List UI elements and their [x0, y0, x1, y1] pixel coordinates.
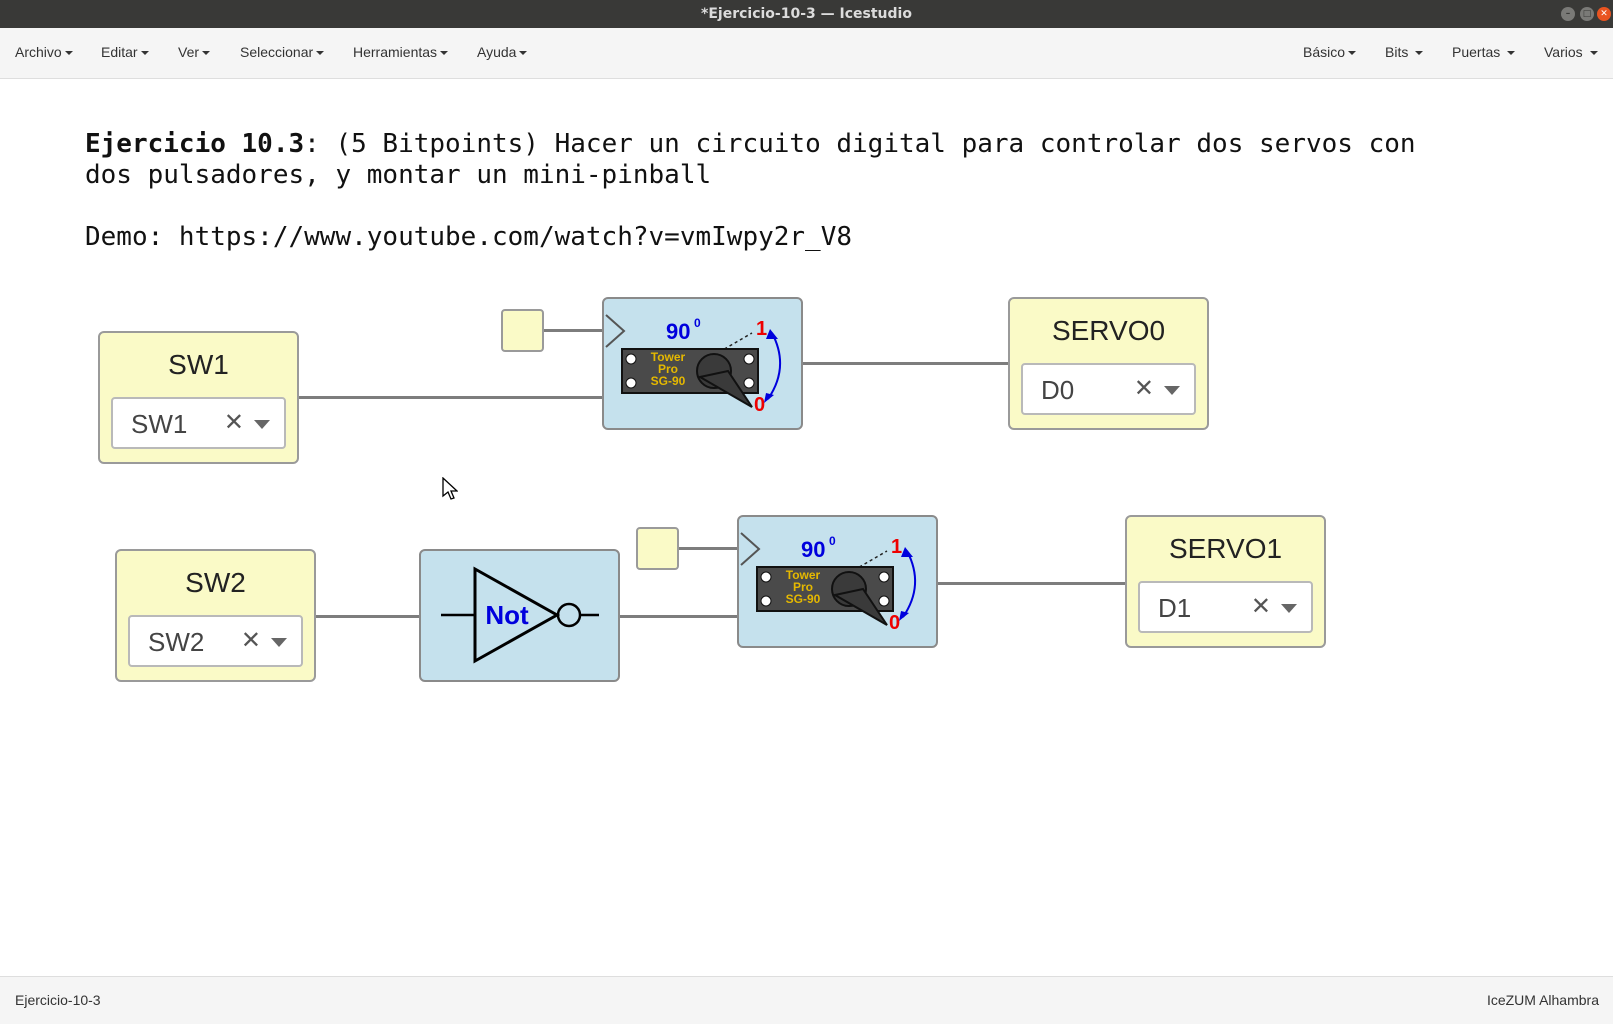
minimize-icon[interactable]: –: [1561, 7, 1575, 21]
close-icon[interactable]: ✕: [1597, 7, 1611, 21]
output-block-servo0[interactable]: SERVO0 D0 ✕: [1008, 297, 1209, 430]
block-name: SW2: [185, 567, 246, 598]
menu-editar[interactable]: Editar: [101, 44, 149, 60]
status-project-name: Ejercicio-10-3: [15, 992, 101, 1008]
menu-label: Básico: [1303, 44, 1346, 60]
info-note[interactable]: Ejercicio 10.3: (5 Bitpoints) Hacer un c…: [85, 129, 1416, 253]
dropdown-arrow-icon[interactable]: [1164, 386, 1180, 395]
menu-varios[interactable]: Varios: [1544, 44, 1598, 60]
caret-down-icon: [64, 51, 73, 56]
caret-down-icon: [202, 51, 211, 56]
menu-label: Bits: [1385, 44, 1409, 60]
servo-high: 1: [891, 536, 902, 558]
caret-down-icon: [1415, 51, 1424, 56]
wire-const-servo0[interactable]: [544, 329, 604, 332]
servo-block[interactable]: 90 0 1 0 Tower Pro SG-90: [602, 297, 803, 430]
clear-icon[interactable]: ✕: [1251, 592, 1271, 621]
caret-down-icon: [440, 51, 449, 56]
menu-label: Editar: [101, 44, 138, 60]
pin-value: SW1: [131, 409, 188, 439]
pin-select[interactable]: D1 ✕: [1138, 581, 1313, 633]
dropdown-arrow-icon[interactable]: [254, 420, 270, 429]
note-demo-link: Demo: https://www.youtube.com/watch?v=vm…: [85, 222, 853, 252]
servo-icon: 90 0 1 0 Tower Pro SG-90: [605, 314, 782, 416]
note-title: Ejercicio 10.3: [85, 129, 305, 159]
caret-down-icon: [140, 51, 149, 56]
not-gate-block[interactable]: Not: [419, 549, 620, 682]
window-title: *Ejercicio-10-3 — Icestudio: [701, 6, 912, 22]
servo-block[interactable]: 90 0 1 0 Tower Pro SG-90: [737, 515, 938, 648]
menu-label: Ver: [178, 44, 200, 60]
status-board-name[interactable]: IceZUM Alhambra: [1487, 992, 1599, 1008]
pin-select[interactable]: SW2 ✕: [128, 615, 303, 667]
menu-label: Varios: [1544, 44, 1583, 60]
input-block-sw2[interactable]: SW2 SW2 ✕: [115, 549, 316, 682]
wire-sw1-servo[interactable]: [298, 396, 603, 399]
servo-label3: SG-90: [786, 592, 821, 606]
servo-high: 1: [756, 318, 767, 340]
window-titlebar: *Ejercicio-10-3 — Icestudio – □ ✕: [0, 0, 1613, 28]
menu-ayuda[interactable]: Ayuda: [477, 44, 528, 60]
caret-down-icon: [519, 51, 528, 56]
menu-basico[interactable]: Básico: [1303, 44, 1357, 60]
wire-servo-servo1[interactable]: [938, 582, 1125, 585]
mouse-cursor-icon: [442, 477, 458, 500]
menu-archivo[interactable]: Archivo: [15, 44, 73, 60]
block-name: SW1: [168, 349, 229, 380]
pin-value: SW2: [148, 627, 205, 657]
servo-low: 0: [889, 612, 900, 634]
pin-value: D0: [1041, 375, 1075, 405]
clear-icon[interactable]: ✕: [224, 408, 244, 437]
menu-label: Seleccionar: [240, 44, 314, 60]
servo-low: 0: [754, 394, 765, 416]
not-gate-label: Not: [485, 600, 529, 630]
statusbar: Ejercicio-10-3 IceZUM Alhambra: [0, 976, 1613, 1024]
clear-icon[interactable]: ✕: [1134, 374, 1154, 403]
block-name: SERVO1: [1168, 533, 1283, 564]
menu-label: Herramientas: [353, 44, 438, 60]
clear-icon[interactable]: ✕: [241, 626, 261, 655]
servo-icon: 90 0 1 0 Tower Pro SG-90: [740, 532, 917, 634]
servo-angle-unit: 0: [829, 534, 836, 548]
menu-herramientas[interactable]: Herramientas: [353, 44, 449, 60]
dropdown-arrow-icon[interactable]: [1281, 604, 1297, 613]
menu-label: Ayuda: [477, 44, 517, 60]
menubar: Archivo Editar Ver Seleccionar Herramien…: [0, 28, 1613, 79]
menu-bits[interactable]: Bits: [1385, 44, 1424, 60]
caret-down-icon: [316, 51, 325, 56]
block-name: SERVO0: [1051, 315, 1166, 346]
caret-down-icon: [1348, 51, 1357, 56]
menu-seleccionar[interactable]: Seleccionar: [240, 44, 325, 60]
constant-block[interactable]: [636, 527, 679, 570]
output-block-servo1[interactable]: SERVO1 D1 ✕: [1125, 515, 1326, 648]
note-line1: : (5 Bitpoints) Hacer un circuito digita…: [304, 129, 1416, 159]
servo-angle: 90: [666, 319, 690, 344]
not-gate-icon: Not: [441, 566, 599, 664]
wire-sw2-not[interactable]: [315, 615, 419, 618]
constant-block[interactable]: [501, 309, 544, 352]
pin-value: D1: [1158, 593, 1192, 623]
caret-down-icon: [1589, 51, 1598, 56]
wire-const-servo1[interactable]: [679, 547, 739, 550]
design-canvas[interactable]: Ejercicio 10.3: (5 Bitpoints) Hacer un c…: [0, 79, 1613, 976]
note-line2: dos pulsadores, y montar un mini-pinball: [85, 160, 712, 190]
menu-ver[interactable]: Ver: [178, 44, 211, 60]
dropdown-arrow-icon[interactable]: [271, 638, 287, 647]
menu-label: Archivo: [15, 44, 62, 60]
servo-angle: 90: [801, 537, 825, 562]
input-block-sw1[interactable]: SW1 SW1 ✕: [98, 331, 299, 464]
wire-servo-servo0[interactable]: [801, 362, 1008, 365]
caret-down-icon: [1507, 51, 1516, 56]
pin-select[interactable]: D0 ✕: [1021, 363, 1196, 415]
servo-angle-unit: 0: [694, 316, 701, 330]
servo-label3: SG-90: [651, 374, 686, 388]
menu-label: Puertas: [1452, 44, 1501, 60]
menu-puertas[interactable]: Puertas: [1452, 44, 1516, 60]
wire-not-servo[interactable]: [619, 615, 737, 618]
pin-select[interactable]: SW1 ✕: [111, 397, 286, 449]
maximize-icon[interactable]: □: [1580, 7, 1594, 21]
